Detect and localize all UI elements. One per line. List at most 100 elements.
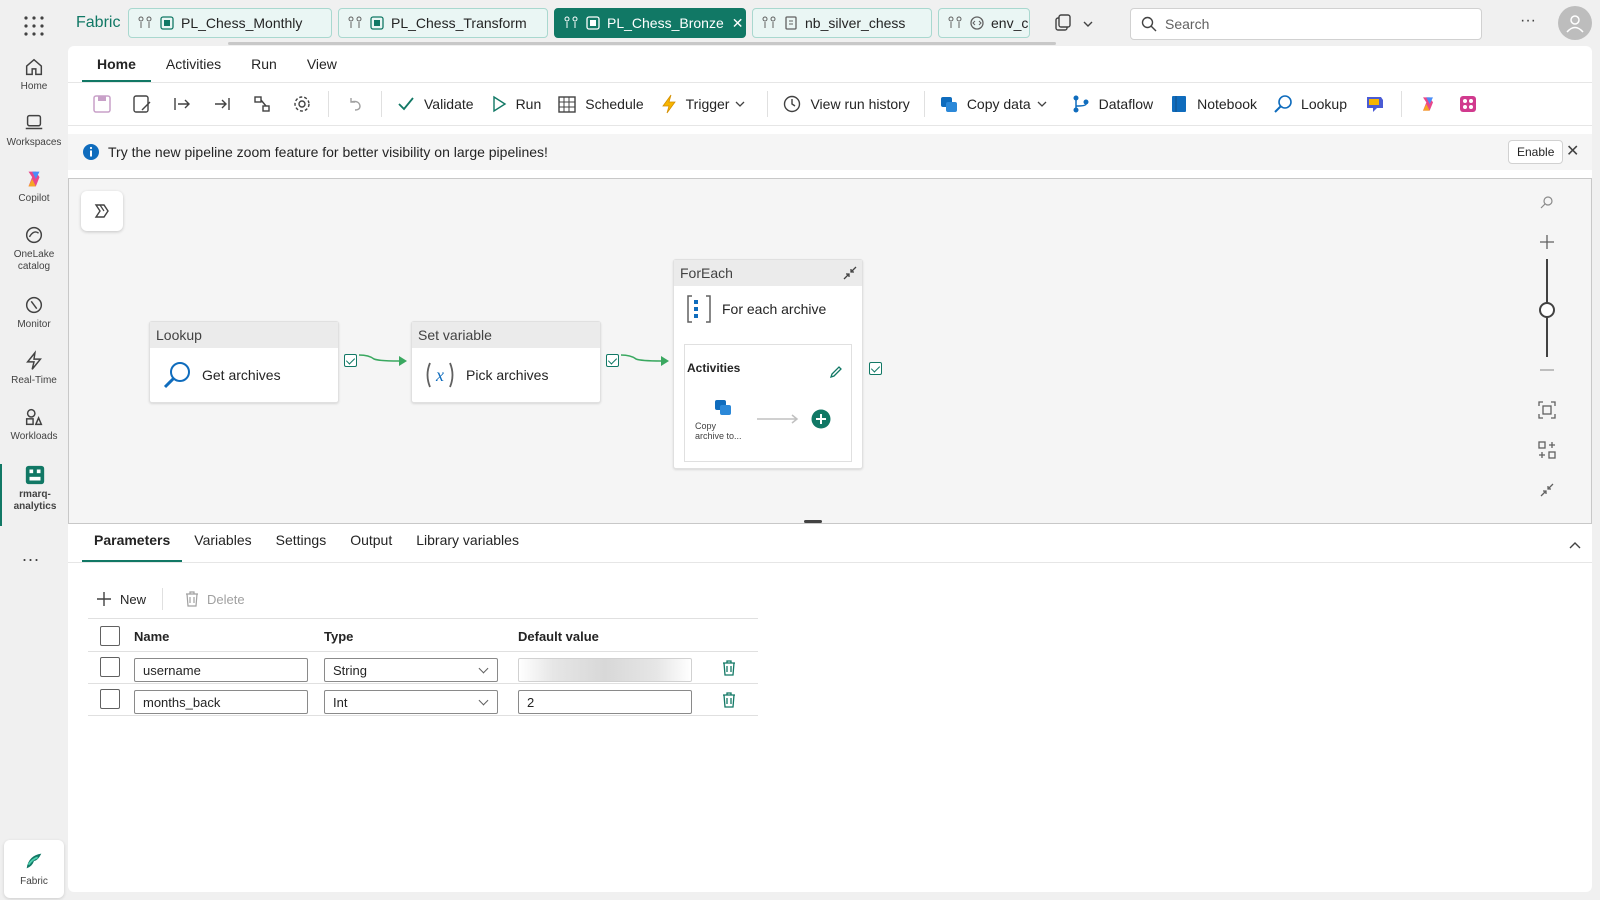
pipeline-canvas[interactable]: Lookup Get archives Set variable x Pick … <box>68 178 1592 524</box>
close-icon[interactable]: ✕ <box>1566 141 1579 161</box>
zoom-slider-thumb[interactable] <box>1539 302 1555 318</box>
view-run-history-label: View run history <box>810 96 910 112</box>
fit-screen-icon <box>1538 401 1556 419</box>
collapse-all-button[interactable] <box>1529 475 1565 505</box>
validate-button[interactable]: Validate <box>388 88 482 120</box>
row-checkbox[interactable] <box>100 689 120 709</box>
teams-activity-button[interactable] <box>1355 88 1395 120</box>
toolbar-divider <box>1400 91 1402 117</box>
info-banner-text: Try the new pipeline zoom feature for be… <box>108 144 548 160</box>
settings-button[interactable] <box>282 88 322 120</box>
select-all-checkbox[interactable] <box>100 626 120 646</box>
view-run-history-button[interactable]: View run history <box>774 88 917 120</box>
rail-home[interactable]: Home <box>0 56 68 93</box>
app-launcher-icon[interactable] <box>22 14 46 38</box>
brand-name[interactable]: Fabric <box>76 14 120 32</box>
activity-set-variable[interactable]: Set variable x Pick archives <box>411 321 601 403</box>
move-to-end-button[interactable] <box>202 88 242 120</box>
parameter-default-input[interactable]: 2 <box>518 690 692 714</box>
copilot-button[interactable] <box>1408 88 1448 120</box>
rail-workspace-rmarq[interactable]: rmarq-analytics <box>0 464 68 526</box>
apps-button[interactable] <box>1448 88 1488 120</box>
notebook-button[interactable]: Notebook <box>1161 88 1265 120</box>
tab-activities[interactable]: Activities <box>151 56 236 82</box>
move-to-button[interactable] <box>162 88 202 120</box>
collapse-icon[interactable] <box>842 265 858 281</box>
copy-data-button[interactable]: Copy data <box>931 88 1063 120</box>
parameter-name-input[interactable]: months_back <box>134 690 308 714</box>
new-parameter-button[interactable]: New <box>96 591 146 607</box>
rail-realtime-label: Real-Time <box>11 375 57 386</box>
success-output-handle[interactable] <box>869 362 882 375</box>
tab-home[interactable]: Home <box>82 56 151 82</box>
tab-env[interactable]: env_c <box>938 8 1030 38</box>
onelake-icon <box>25 226 43 244</box>
table-row: username String <box>88 652 758 684</box>
parameter-default-input[interactable] <box>518 658 692 682</box>
zoom-out-button[interactable] <box>1529 355 1565 385</box>
tab-overflow-icon[interactable] <box>1054 14 1094 34</box>
parameter-type-select[interactable]: String <box>324 658 498 682</box>
tab-settings[interactable]: Settings <box>264 532 339 562</box>
trash-icon[interactable] <box>722 692 736 708</box>
trash-icon[interactable] <box>722 660 736 676</box>
search-box[interactable] <box>1130 8 1482 40</box>
save-as-button[interactable] <box>122 88 162 120</box>
activity-lookup[interactable]: Lookup Get archives <box>149 321 339 403</box>
success-output-handle[interactable] <box>606 354 619 367</box>
more-options-button[interactable]: ··· <box>1520 12 1536 30</box>
rail-onelake-label: OneLake catalog <box>13 249 55 272</box>
chevron-down-icon <box>1037 101 1047 107</box>
undo-button[interactable] <box>335 88 375 120</box>
tab-parameters[interactable]: Parameters <box>82 532 183 562</box>
row-checkbox[interactable] <box>100 657 120 677</box>
notebook-label: Notebook <box>1197 96 1258 112</box>
rail-workloads[interactable]: Workloads <box>0 406 68 443</box>
schedule-button[interactable]: Schedule <box>549 88 651 120</box>
rail-fabric-switcher[interactable]: Fabric <box>4 840 64 898</box>
edit-pencil-icon[interactable] <box>829 365 843 379</box>
rail-realtime[interactable]: Real-Time <box>0 350 68 387</box>
canvas-copilot-button[interactable] <box>81 191 123 231</box>
tab-pl-chess-bronze[interactable]: PL_Chess_Bronze ✕ <box>554 8 746 38</box>
enable-button[interactable]: Enable <box>1508 140 1564 164</box>
lookup-button[interactable]: Lookup <box>1265 88 1355 120</box>
canvas-search-button[interactable] <box>1529 187 1565 217</box>
success-output-handle[interactable] <box>344 354 357 367</box>
save-button[interactable] <box>82 88 122 120</box>
zoom-in-button[interactable] <box>1529 227 1565 257</box>
tab-run[interactable]: Run <box>236 56 292 82</box>
add-activity-icon[interactable] <box>811 409 831 429</box>
tab-pl-chess-transform[interactable]: PL_Chess_Transform <box>338 8 548 38</box>
activity-foreach[interactable]: ForEach For each archive Activities Copy… <box>673 259 863 469</box>
copilot-icon <box>1422 97 1433 111</box>
trigger-button[interactable]: Trigger <box>652 88 762 120</box>
dataflow-button[interactable]: Dataflow <box>1063 88 1161 120</box>
rail-onelake[interactable]: OneLake catalog <box>0 224 68 273</box>
chevron-up-icon[interactable] <box>1568 538 1582 552</box>
tab-view[interactable]: View <box>292 56 352 82</box>
parameter-type-select[interactable]: Int <box>324 690 498 714</box>
tab-pl-chess-monthly[interactable]: PL_Chess_Monthly <box>128 8 332 38</box>
auto-align-button[interactable] <box>242 88 282 120</box>
delete-parameter-button[interactable]: Delete <box>185 591 245 607</box>
panel-resize-handle[interactable] <box>804 520 822 523</box>
run-button[interactable]: Run <box>482 88 550 120</box>
tabs-scrollbar[interactable] <box>228 42 1056 45</box>
tab-variables[interactable]: Variables <box>182 532 263 562</box>
parameter-name-input[interactable]: username <box>134 658 308 682</box>
tab-library-variables[interactable]: Library variables <box>404 532 531 562</box>
search-input[interactable] <box>1165 16 1465 32</box>
rail-more-button[interactable]: ... <box>22 545 40 566</box>
fit-to-screen-button[interactable] <box>1529 395 1565 425</box>
copy-data-icon[interactable] <box>713 397 733 417</box>
rail-copilot[interactable]: Copilot <box>0 168 68 205</box>
rail-monitor[interactable]: Monitor <box>0 294 68 331</box>
inner-activity-label: Copy archive to... <box>695 421 742 441</box>
auto-layout-button[interactable] <box>1529 435 1565 465</box>
tab-nb-silver-chess[interactable]: nb_silver_chess <box>752 8 932 38</box>
tab-output[interactable]: Output <box>338 532 404 562</box>
rail-workspaces[interactable]: Workspaces <box>0 112 68 149</box>
avatar[interactable] <box>1558 6 1592 40</box>
close-tab-icon[interactable]: ✕ <box>732 15 744 32</box>
